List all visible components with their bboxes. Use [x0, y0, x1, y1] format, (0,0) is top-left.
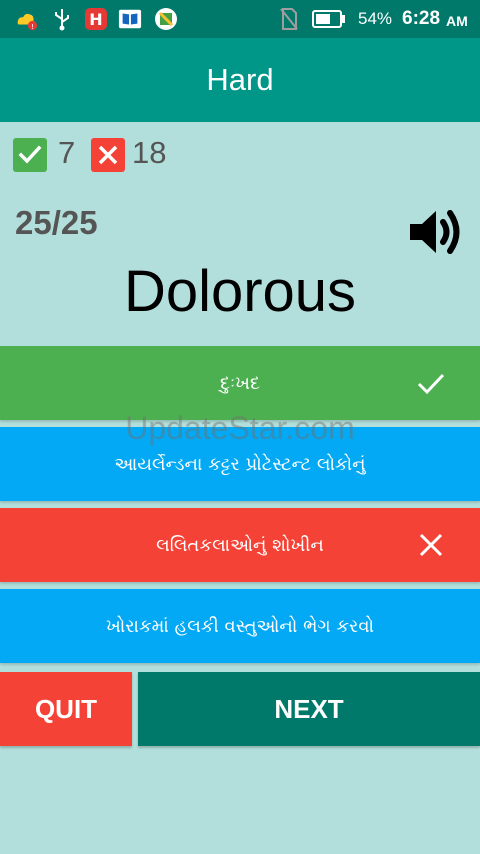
option-text: લલિતકલાઓનું શોખીન [156, 534, 324, 556]
battery-icon [312, 7, 346, 31]
check-icon [416, 368, 446, 398]
quit-button[interactable]: QUIT [0, 672, 132, 746]
cloud-warning-icon: ! [14, 7, 38, 31]
question-progress: 25/25 [15, 204, 98, 241]
clock-ampm: AM [446, 13, 468, 29]
usb-icon [50, 7, 74, 31]
app-bar: Hard [0, 38, 480, 122]
svg-text:H: H [89, 10, 102, 29]
close-icon [416, 530, 446, 560]
clock-time: 6:28 [402, 8, 441, 29]
app-h-icon: H [84, 7, 108, 31]
option-1-correct[interactable]: દુઃખદ [0, 346, 480, 420]
wrong-count: 18 [132, 135, 167, 170]
svg-text:!: ! [31, 22, 34, 31]
option-text: ખોરાકમાં હલકી વસ્તુઓનો ભેગ કરવો [105, 615, 375, 637]
option-text: દુઃખદ [219, 372, 261, 394]
speaker-icon[interactable] [404, 202, 464, 262]
option-text: આયર્લેન્ડના કટ્ટર પ્રોટેસ્ટન્ટ લોકોનું [114, 453, 366, 475]
page-title: Hard [206, 62, 274, 97]
wrong-cross-icon [91, 138, 125, 172]
option-2[interactable]: આયર્લેન્ડના કટ્ટર પ્રોટેસ્ટન્ટ લોકોનું [0, 427, 480, 501]
option-3-wrong[interactable]: લલિતકલાઓનું શોખીન [0, 508, 480, 582]
no-sim-icon [277, 7, 301, 31]
correct-check-icon [13, 138, 47, 172]
status-bar: ! H 54% 6:28 AM [0, 0, 480, 38]
question-word: Dolorous [123, 259, 357, 324]
next-button[interactable]: NEXT [138, 672, 480, 746]
book-icon [118, 7, 142, 31]
map-icon [154, 7, 178, 31]
battery-percent: 54% [358, 9, 393, 28]
correct-count: 7 [58, 135, 76, 170]
option-4[interactable]: ખોરાકમાં હલકી વસ્તુઓનો ભેગ કરવો [0, 589, 480, 663]
